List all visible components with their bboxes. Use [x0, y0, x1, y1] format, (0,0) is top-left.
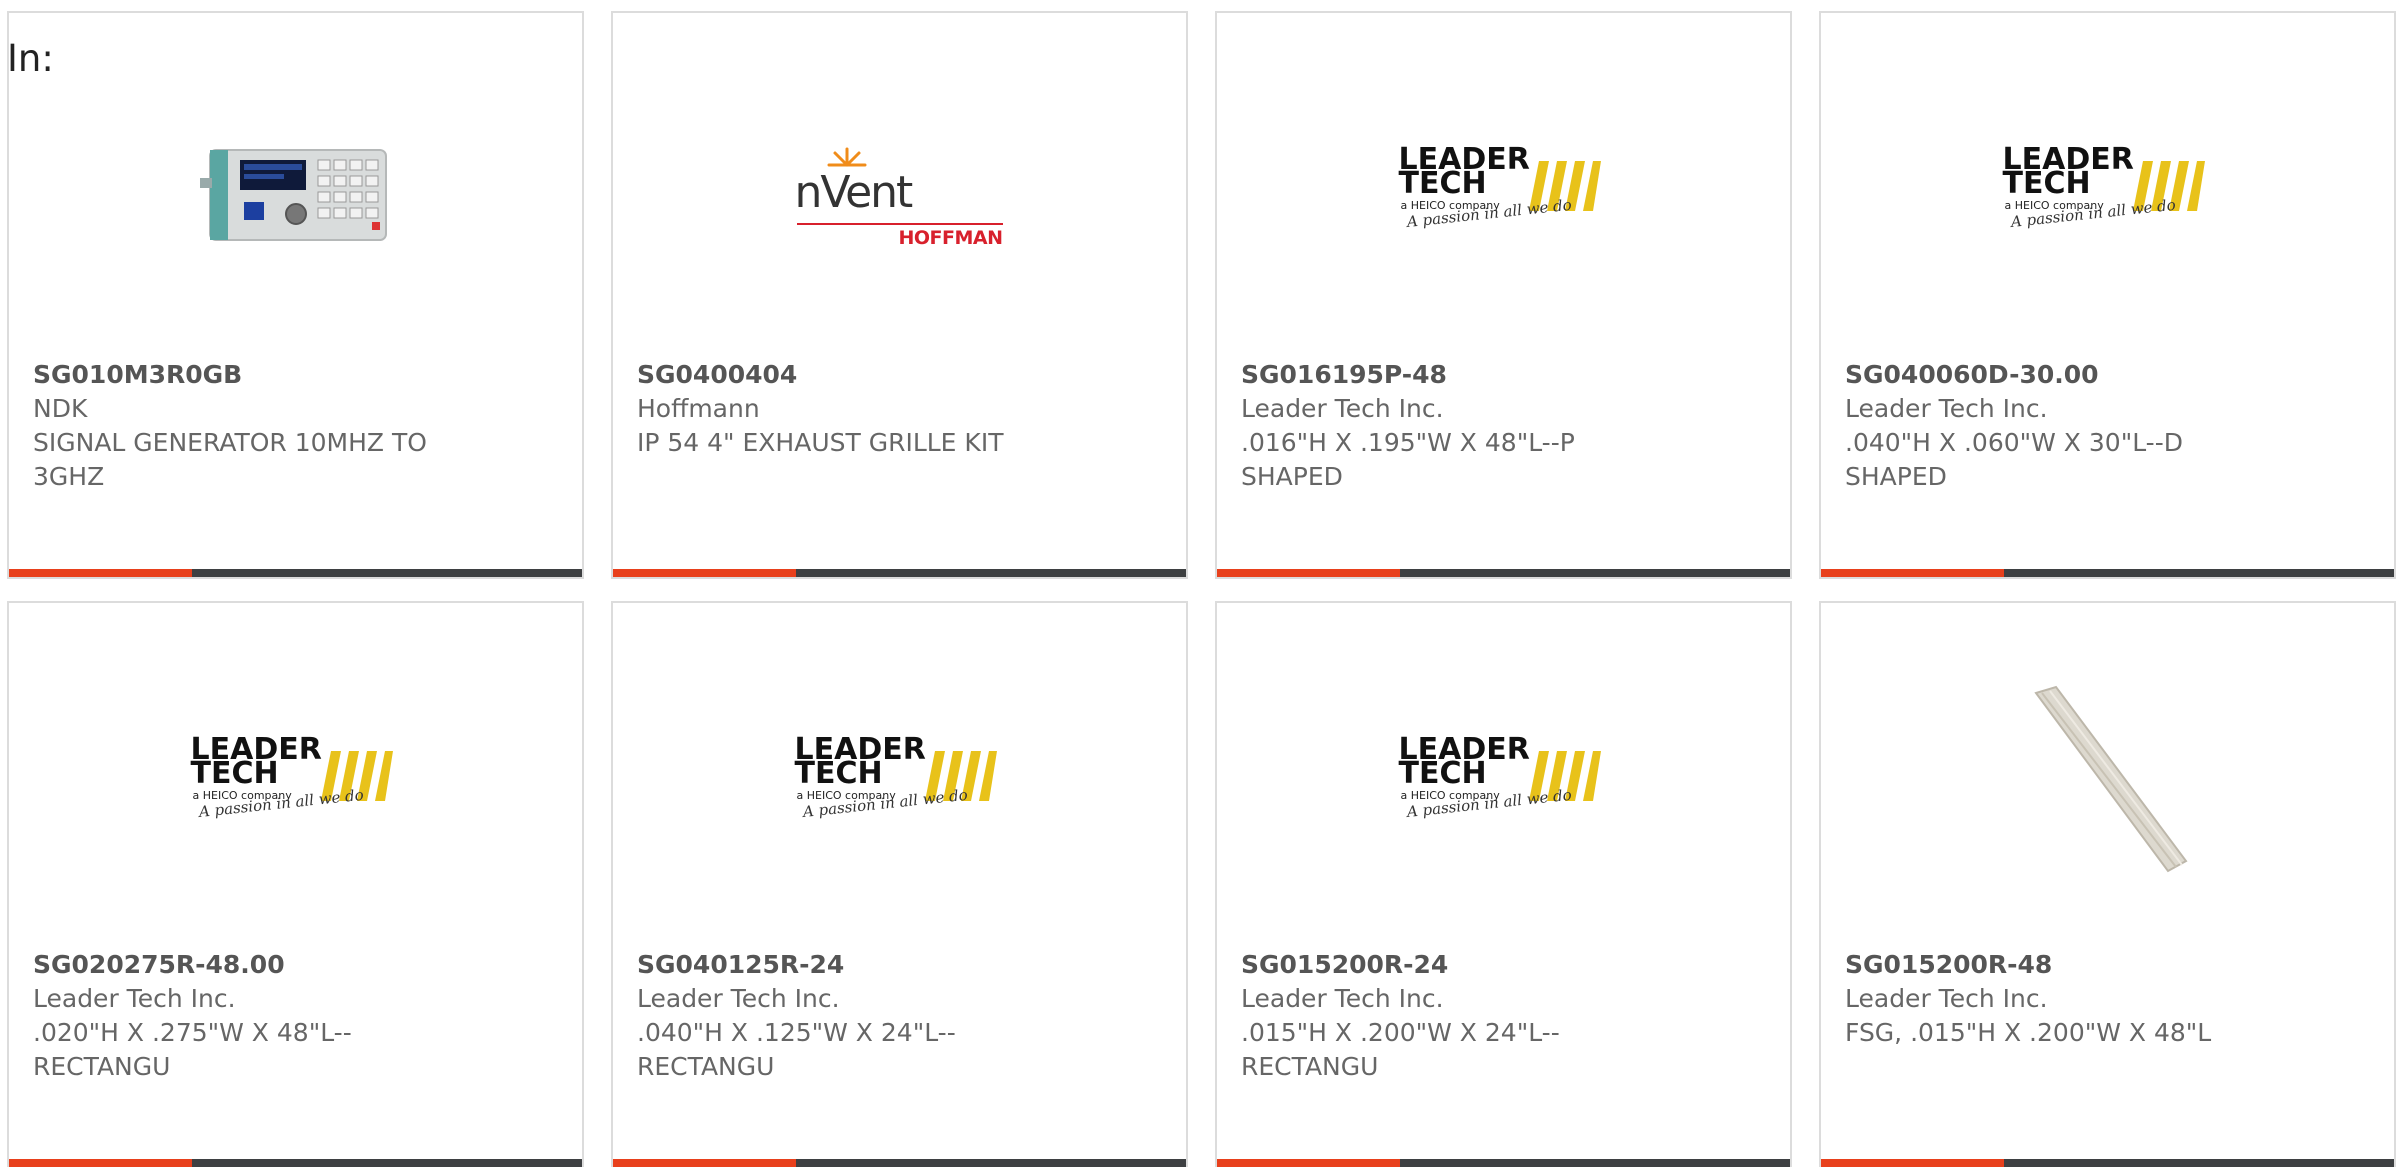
product-results-page: In: SG010M3R0GB NDK SIGNAL GENERATOR 10M… [0, 0, 2400, 1167]
leader-tech-logo: LEADER TECH a HEICO company A passion in… [2003, 143, 2213, 243]
product-info: SG040060D-30.00 Leader Tech Inc. .040"H … [1845, 358, 2274, 494]
manufacturer: Leader Tech Inc. [1241, 984, 1444, 1013]
description: .040"H X .125"W X 24"L--RECTANGU [637, 1018, 956, 1081]
card-accent-bar [613, 1159, 796, 1167]
card-accent-bar [1821, 569, 2004, 577]
product-image[interactable]: LEADER TECH a HEICO company A passion in… [1217, 673, 1790, 893]
logo-line2: TECH [1398, 756, 1487, 791]
card-footer-bar [613, 1159, 1186, 1167]
leader-tech-logo: LEADER TECH a HEICO company A passion in… [795, 733, 1005, 833]
description: .020"H X .275"W X 48"L--RECTANGU [33, 1018, 352, 1081]
manufacturer: Leader Tech Inc. [637, 984, 840, 1013]
product-image[interactable] [1821, 673, 2394, 893]
part-number-link[interactable]: SG040060D-30.00 [1845, 358, 2274, 392]
nvent-hoffman-logo: nVent HOFFMAN [794, 143, 1005, 249]
product-card[interactable]: LEADER TECH a HEICO company A passion in… [1819, 11, 2396, 579]
card-accent-bar [1217, 569, 1400, 577]
part-number-link[interactable]: SG040125R-24 [637, 948, 1066, 982]
product-image[interactable]: nVent HOFFMAN [613, 83, 1186, 303]
product-info: SG040125R-24 Leader Tech Inc. .040"H X .… [637, 948, 1066, 1084]
gasket-strip-image [2033, 685, 2187, 873]
card-footer-bar [1217, 569, 1790, 577]
manufacturer: NDK [33, 394, 88, 423]
part-number-link[interactable]: SG0400404 [637, 358, 1066, 392]
part-number-link[interactable]: SG020275R-48.00 [33, 948, 462, 982]
product-image[interactable]: LEADER TECH a HEICO company A passion in… [1821, 83, 2394, 303]
card-footer-bar [613, 569, 1186, 577]
product-card[interactable]: LEADER TECH a HEICO company A passion in… [611, 601, 1188, 1167]
manufacturer: Leader Tech Inc. [1845, 394, 2048, 423]
card-accent-bar [613, 569, 796, 577]
manufacturer: Leader Tech Inc. [33, 984, 236, 1013]
card-footer-bar [1217, 1159, 1790, 1167]
leader-tech-logo: LEADER TECH a HEICO company A passion in… [1399, 733, 1609, 833]
manufacturer: Leader Tech Inc. [1241, 394, 1444, 423]
product-image[interactable]: LEADER TECH a HEICO company A passion in… [613, 673, 1186, 893]
product-info: SG020275R-48.00 Leader Tech Inc. .020"H … [33, 948, 462, 1084]
product-grid: SG010M3R0GB NDK SIGNAL GENERATOR 10MHZ T… [0, 0, 2400, 1167]
product-info: SG016195P-48 Leader Tech Inc. .016"H X .… [1241, 358, 1670, 494]
logo-line2: TECH [190, 756, 279, 791]
product-card[interactable]: LEADER TECH a HEICO company A passion in… [1215, 601, 1792, 1167]
description: .016"H X .195"W X 48"L--P SHAPED [1241, 428, 1575, 491]
card-footer-bar [9, 1159, 582, 1167]
card-footer-bar [1821, 569, 2394, 577]
product-image[interactable]: LEADER TECH a HEICO company A passion in… [1217, 83, 1790, 303]
leader-tech-logo: LEADER TECH a HEICO company A passion in… [191, 733, 401, 833]
logo-line2: TECH [1398, 166, 1487, 201]
product-info: SG015200R-24 Leader Tech Inc. .015"H X .… [1241, 948, 1670, 1084]
hoffman-wordmark: HOFFMAN [898, 227, 1003, 249]
part-number-link[interactable]: SG016195P-48 [1241, 358, 1670, 392]
part-number-link[interactable]: SG015200R-24 [1241, 948, 1670, 982]
card-accent-bar [9, 1159, 192, 1167]
card-footer-bar [1821, 1159, 2394, 1167]
product-card[interactable]: LEADER TECH a HEICO company A passion in… [7, 601, 584, 1167]
product-image[interactable]: LEADER TECH a HEICO company A passion in… [9, 673, 582, 893]
part-number-link[interactable]: SG015200R-48 [1845, 948, 2274, 982]
card-footer-bar [9, 569, 582, 577]
nvent-wordmark: nVent [794, 167, 914, 218]
product-card[interactable]: nVent HOFFMAN SG0400404 Hoffmann IP 54 4… [611, 11, 1188, 579]
description: IP 54 4" EXHAUST GRILLE KIT [637, 428, 1004, 457]
product-info: SG010M3R0GB NDK SIGNAL GENERATOR 10MHZ T… [33, 358, 462, 494]
manufacturer: Hoffmann [637, 394, 760, 423]
product-image[interactable] [9, 83, 582, 303]
description: .040"H X .060"W X 30"L--D SHAPED [1845, 428, 2183, 491]
logo-divider [796, 223, 1003, 225]
product-info: SG0400404 Hoffmann IP 54 4" EXHAUST GRIL… [637, 358, 1066, 460]
logo-line2: TECH [2002, 166, 2091, 201]
leader-tech-logo: LEADER TECH a HEICO company A passion in… [1399, 143, 1609, 243]
card-accent-bar [9, 569, 192, 577]
description: SIGNAL GENERATOR 10MHZ TO 3GHZ [33, 428, 427, 491]
product-card[interactable]: LEADER TECH a HEICO company A passion in… [1215, 11, 1792, 579]
product-info: SG015200R-48 Leader Tech Inc. FSG, .015"… [1845, 948, 2274, 1050]
product-card[interactable]: SG015200R-48 Leader Tech Inc. FSG, .015"… [1819, 601, 2396, 1167]
card-accent-bar [1821, 1159, 2004, 1167]
signal-generator-image [195, 98, 396, 288]
card-accent-bar [1217, 1159, 1400, 1167]
logo-line2: TECH [794, 756, 883, 791]
manufacturer: Leader Tech Inc. [1845, 984, 2048, 1013]
description: FSG, .015"H X .200"W X 48"L [1845, 1018, 2212, 1047]
product-card[interactable]: SG010M3R0GB NDK SIGNAL GENERATOR 10MHZ T… [7, 11, 584, 579]
description: .015"H X .200"W X 24"L--RECTANGU [1241, 1018, 1560, 1081]
filter-label: In: [7, 37, 54, 80]
part-number-link[interactable]: SG010M3R0GB [33, 358, 462, 392]
